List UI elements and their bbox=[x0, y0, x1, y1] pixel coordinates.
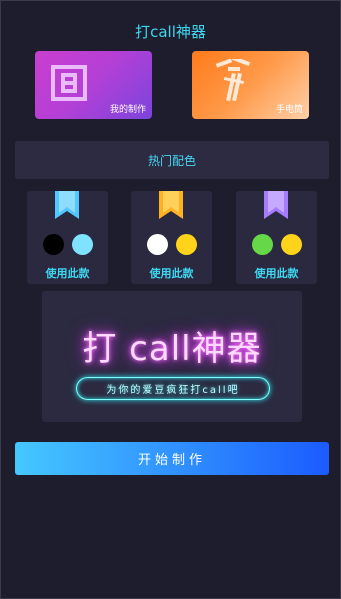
bookmark-icon bbox=[55, 191, 79, 223]
flashlight-icon bbox=[214, 56, 256, 113]
bookmark-icon bbox=[159, 191, 183, 223]
flashlight-label: 手电筒 bbox=[275, 105, 303, 115]
color-swatch-black bbox=[42, 234, 64, 255]
color-swatch-yellow bbox=[280, 234, 302, 255]
hot-colors-header: 热门配色 bbox=[15, 141, 329, 179]
color-swatch-yellow bbox=[175, 234, 197, 255]
color-swatch-green bbox=[251, 234, 273, 255]
color-swatch-cyan bbox=[71, 234, 93, 255]
neon-preview: 打 call神器 为你的爱豆疯狂打call吧 bbox=[42, 291, 302, 422]
page-title: 打call神器 bbox=[135, 23, 206, 41]
use-palette-button[interactable]: 使用此款 bbox=[27, 265, 108, 281]
palette-card-2[interactable]: 使用此款 bbox=[131, 191, 212, 284]
grid-pattern-icon bbox=[49, 63, 89, 107]
start-creating-button[interactable]: 开始制作 bbox=[15, 442, 329, 475]
palette-card-1[interactable]: 使用此款 bbox=[27, 191, 108, 284]
use-palette-button[interactable]: 使用此款 bbox=[131, 265, 212, 281]
preview-title: 打 call神器 bbox=[82, 329, 262, 369]
color-swatch-white bbox=[146, 234, 168, 255]
my-creations-card[interactable]: 我的制作 bbox=[35, 51, 152, 119]
my-creations-label: 我的制作 bbox=[109, 105, 146, 115]
palette-card-3[interactable]: 使用此款 bbox=[236, 191, 317, 284]
flashlight-card[interactable]: 手电筒 bbox=[192, 51, 309, 119]
bookmark-icon bbox=[264, 191, 288, 223]
use-palette-button[interactable]: 使用此款 bbox=[236, 265, 317, 281]
preview-subtitle: 为你的爱豆疯狂打call吧 bbox=[76, 377, 270, 400]
